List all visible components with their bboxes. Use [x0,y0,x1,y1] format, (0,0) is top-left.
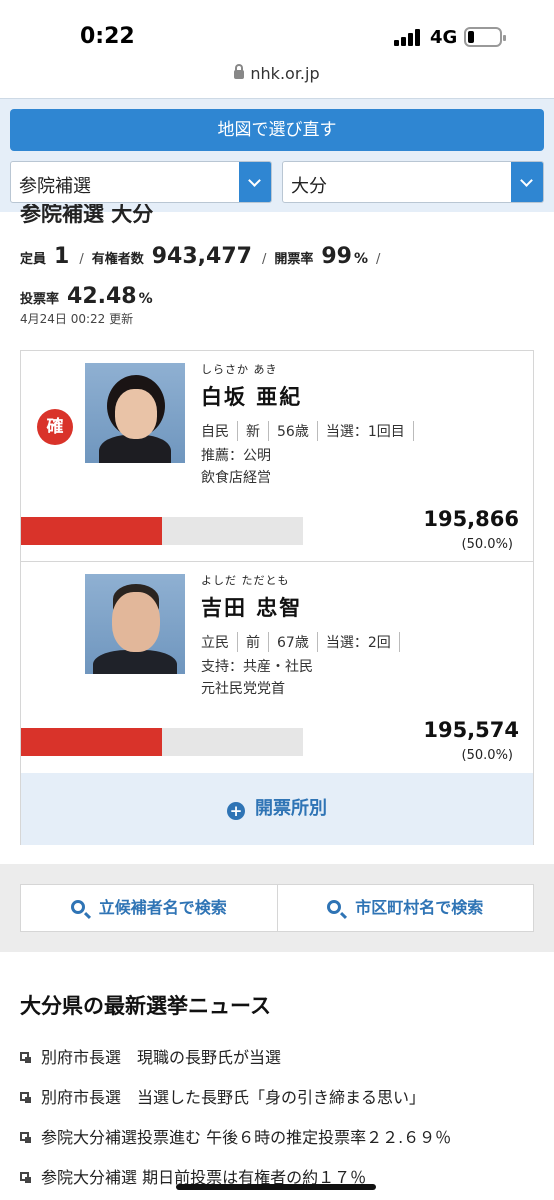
incumbency: 新 [246,421,269,441]
vote-share: (50.0%) [461,748,513,763]
career: 飲食店経営 [201,470,271,486]
search-group: 立候補者名で検索 市区町村名で検索 [20,884,534,932]
count-value: 99 [321,244,352,269]
article-icon [20,1131,31,1143]
news-item[interactable]: 別府市長選 現職の長野氏が当選 [20,1036,540,1076]
candidate-list: 確 しらさか あき 白坂 亜紀 自民 新 56歳 当選：1回目 推薦：公明 飲食… [20,350,534,845]
turnout-label: 投票率 [20,292,60,307]
candidate-photo [85,363,185,463]
news-link[interactable]: 別府市長選 現職の長野氏が当選 [41,1044,281,1068]
news-list: 別府市長選 現職の長野氏が当選 別府市長選 当選した長野氏「身の引き締まる思い」… [20,1036,540,1196]
count-unit: % [353,251,368,267]
status-time: 0:22 [80,24,135,49]
incumbency: 前 [246,632,269,652]
candidate-kana: しらさか あき [201,363,278,376]
candidate-kana: よしだ ただとも [201,574,290,587]
vote-share-bar [21,517,303,545]
chevron-down-icon [239,162,271,202]
signal-icon [394,28,424,46]
voters-label: 有権者数 [91,252,144,267]
news-heading: 大分県の最新選挙ニュース [20,994,271,1018]
lock-icon [234,64,245,79]
region-value: 大分 [291,176,327,197]
election-stats: 定員 1 / 有権者数 943,477 / 開票率 99 % / 投票率 42.… [20,244,540,312]
election-type-select[interactable]: 参院補選 [10,161,272,203]
network-label: 4G [430,27,458,48]
vote-share-fill [21,517,162,545]
turnout-unit: % [138,291,153,307]
news-item[interactable]: 別府市長選 当選した長野氏「身の引き締まる思い」 [20,1076,540,1116]
candidate-meta: 立民 前 67歳 当選：2回 [201,632,408,652]
candidate-photo [85,574,185,674]
vote-count: 195,866 [423,507,519,531]
vote-count: 195,574 [423,718,519,742]
candidate-name: 白坂 亜紀 [201,385,303,409]
vote-share-bar [21,728,303,756]
separator: / [376,252,381,267]
search-icon [327,900,342,914]
updated-timestamp: 4月24日 00:22 更新 [20,312,134,326]
party: 立民 [201,632,238,652]
news-link[interactable]: 別府市長選 当選した長野氏「身の引き締まる思い」 [41,1084,425,1108]
url-bar[interactable]: nhk.or.jp [0,64,554,96]
candidate-card[interactable]: よしだ ただとも 吉田 忠智 立民 前 67歳 当選：2回 支持：共産・社民 元… [21,562,533,773]
chevron-down-icon [511,162,543,202]
search-by-municipality-button[interactable]: 市区町村名で検索 [278,885,534,931]
page-title: 参院補選 大分 [20,204,153,228]
candidate-name: 吉田 忠智 [201,596,303,620]
election-type-value: 参院補選 [19,176,91,197]
region-select[interactable]: 大分 [282,161,544,203]
home-indicator [176,1184,376,1190]
career: 元社民党党首 [201,681,285,697]
turnout-value: 42.48 [67,284,137,309]
vote-share-fill [21,728,162,756]
plus-circle-icon: + [227,802,245,820]
search-by-municipality-label: 市区町村名で検索 [355,898,484,917]
terms: 当選：1回目 [326,421,414,441]
reselect-map-button[interactable]: 地図で選び直す [10,109,544,151]
age: 56歳 [277,421,318,441]
age: 67歳 [277,632,318,652]
vote-share: (50.0%) [461,537,513,552]
news-item[interactable]: 参院大分補選投票進む 午後６時の推定投票率２２.６９％ [20,1116,540,1156]
seats-value: 1 [54,244,70,269]
elected-badge: 確 [37,409,73,445]
article-icon [20,1171,31,1183]
article-icon [20,1051,31,1063]
candidate-card[interactable]: 確 しらさか あき 白坂 亜紀 自民 新 56歳 当選：1回目 推薦：公明 飲食… [21,351,533,562]
article-icon [20,1091,31,1103]
party: 自民 [201,421,238,441]
count-label: 開票率 [274,252,314,267]
page-title-text: 参院補選 大分 [20,204,154,226]
news-item[interactable]: 参院大分補選 期日前投票は有権者の約１７％ [20,1156,540,1196]
search-by-candidate-button[interactable]: 立候補者名で検索 [21,885,278,931]
endorsement: 推薦：公明 [201,448,271,464]
separator: / [79,252,84,267]
status-bar: 0:22 4G [0,0,554,68]
news-link[interactable]: 参院大分補選投票進む 午後６時の推定投票率２２.６９％ [41,1124,451,1148]
by-counting-station-label: 開票所別 [255,798,327,819]
battery-icon [464,27,506,47]
election-controls: 地図で選び直す 参院補選 大分 [0,98,554,212]
search-icon [70,900,85,914]
endorsement: 支持：共産・社民 [201,659,313,675]
by-counting-station-button[interactable]: + 開票所別 [21,773,533,845]
candidate-meta: 自民 新 56歳 当選：1回目 [201,421,422,441]
search-section: 立候補者名で検索 市区町村名で検索 [0,864,554,952]
separator: / [261,252,267,267]
terms: 当選：2回 [326,632,400,652]
seats-label: 定員 [20,252,47,267]
url-text: nhk.or.jp [250,64,320,83]
voters-value: 943,477 [151,244,252,269]
search-by-candidate-label: 立候補者名で検索 [98,898,227,917]
